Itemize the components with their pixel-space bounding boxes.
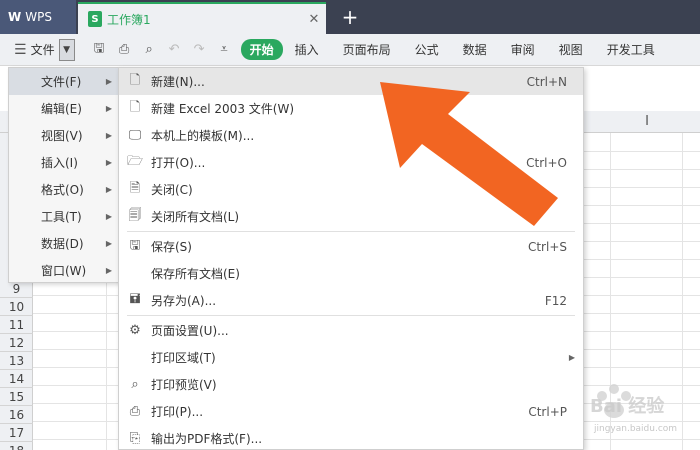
wps-home-tab[interactable]: W WPS (0, 0, 76, 34)
menu-item-label: 视图(V) (41, 129, 83, 143)
main-menu: 文件(F) ▶ 编辑(E) ▶ 视图(V) ▶ 插入(I) ▶ 格式(O) ▶ … (8, 67, 120, 283)
menu-item-print-preview[interactable]: ⌕ 打印预览(V) (119, 371, 583, 398)
menu-item-label: 格式(O) (41, 183, 84, 197)
menu-item-label: 文件(F) (41, 75, 82, 89)
watermark-url: jingyan.baidu.com (594, 424, 678, 434)
row-number[interactable]: 18 (0, 442, 33, 450)
menu-item-label: 打印区域(T) (151, 351, 216, 365)
menu-item-label: 打印预览(V) (151, 378, 217, 392)
document-tab[interactable]: S 工作簿1 ✕ (78, 2, 326, 34)
menu-item-label: 打印(P)... (151, 405, 204, 419)
new-tab-icon[interactable]: + (338, 2, 362, 32)
menu-item-label: 输出为PDF格式(F)... (151, 432, 263, 446)
menu-item-edit[interactable]: 编辑(E) ▶ (9, 95, 119, 122)
hamburger-icon: ☰ (14, 41, 27, 58)
monitor-template-icon: 🖵 (128, 128, 142, 143)
menu-separator (127, 315, 575, 316)
chevron-right-icon: ▶ (105, 266, 112, 275)
menu-item-page-setup[interactable]: ⚙ 页面设置(U)... (119, 317, 583, 344)
row-number[interactable]: 10 (0, 298, 33, 316)
wps-app-name: WPS (25, 10, 52, 24)
menu-shortcut: Ctrl+P (528, 404, 567, 419)
file-menu-label: 文件 (30, 43, 55, 57)
menu-item-label: 窗口(W) (41, 264, 87, 278)
document-tab-title: 工作簿1 (107, 12, 151, 27)
new-file-icon: 🗋 (129, 99, 141, 115)
quick-access-toolbar: 🖫 ⎙ ⌕ ↶ ↷ ⩡ (87, 39, 237, 61)
pdf-export-icon: ⎘ (129, 431, 141, 446)
tab-review[interactable]: 审阅 (499, 41, 547, 58)
pointer-arrow-shape (380, 82, 558, 226)
tab-insert[interactable]: 插入 (283, 41, 331, 58)
save-as-icon: 🖬 (129, 291, 141, 307)
menu-item-tools[interactable]: 工具(T) ▶ (9, 203, 119, 230)
watermark-text: Bai 经验 (590, 396, 665, 417)
tab-formulas[interactable]: 公式 (403, 41, 451, 58)
tab-developer[interactable]: 开发工具 (595, 41, 667, 58)
wps-logo-icon: W (8, 10, 22, 24)
menu-item-label: 编辑(E) (41, 102, 82, 116)
chevron-right-icon: ▶ (105, 239, 112, 248)
menu-item-data[interactable]: 数据(D) ▶ (9, 230, 119, 257)
chevron-right-icon: ▶ (105, 131, 112, 140)
dropdown-arrow-icon[interactable]: ▼ (58, 38, 75, 61)
save-icon: 🖫 (129, 237, 141, 253)
menu-item-print[interactable]: ⎙ 打印(P)... Ctrl+P (119, 398, 583, 425)
row-number[interactable]: 17 (0, 424, 33, 442)
tab-data[interactable]: 数据 (451, 41, 499, 58)
folder-open-icon: 🗁 (126, 153, 144, 169)
title-bar: W WPS S 工作簿1 ✕ + (0, 0, 700, 34)
menu-item-view[interactable]: 视图(V) ▶ (9, 122, 119, 149)
menu-item-save-all[interactable]: 保存所有文档(E) (119, 260, 583, 287)
close-all-docs-icon: 🗐 (128, 207, 142, 223)
print-preview-icon[interactable]: ⌕ (137, 42, 162, 57)
menu-item-label: 另存为(A)... (151, 294, 217, 308)
chevron-right-icon: ▶ (105, 158, 112, 167)
menu-item-insert[interactable]: 插入(I) ▶ (9, 149, 119, 176)
row-number[interactable]: 11 (0, 316, 33, 334)
print-preview-icon: ⌕ (131, 377, 139, 392)
chevron-right-icon: ▶ (105, 104, 112, 113)
page-setup-icon: ⚙ (129, 323, 141, 338)
row-number[interactable]: 14 (0, 370, 33, 388)
menu-item-save-as[interactable]: 🖬 另存为(A)... F12 (119, 287, 583, 314)
pointer-arrow-icon (380, 82, 558, 226)
printer-icon[interactable]: ⎙ (112, 42, 137, 57)
close-tab-icon[interactable]: ✕ (302, 12, 326, 27)
tab-start[interactable]: 开始 (240, 39, 283, 60)
row-number[interactable]: 15 (0, 388, 33, 406)
spreadsheet-icon: S (88, 11, 102, 27)
menu-shortcut: F12 (544, 293, 567, 308)
menu-item-label: 保存所有文档(E) (151, 267, 240, 281)
save-icon[interactable]: 🖫 (87, 39, 112, 61)
row-number[interactable]: 12 (0, 334, 33, 352)
menu-item-file[interactable]: 文件(F) ▶ (9, 68, 119, 95)
menu-item-label: 页面设置(U)... (151, 324, 229, 338)
file-menu-button[interactable]: ☰ 文件 ▼ (0, 34, 75, 66)
redo-icon[interactable]: ↷ (187, 42, 212, 57)
column-header-i[interactable]: I (612, 111, 682, 133)
row-number[interactable]: 13 (0, 352, 33, 370)
menu-item-label: 插入(I) (41, 156, 78, 170)
menu-item-export-pdf[interactable]: ⎘ 输出为PDF格式(F)... (119, 425, 583, 450)
customize-toolbar-icon[interactable]: ⩡ (212, 42, 237, 57)
chevron-right-icon: ▶ (105, 185, 112, 194)
menu-item-label: 工具(T) (41, 210, 82, 224)
chevron-right-icon: ▶ (568, 353, 575, 362)
menu-item-format[interactable]: 格式(O) ▶ (9, 176, 119, 203)
tab-page-layout[interactable]: 页面布局 (331, 41, 403, 58)
chevron-right-icon: ▶ (105, 77, 112, 86)
printer-icon: ⎙ (129, 404, 141, 419)
ribbon-toolbar: ☰ 文件 ▼ 🖫 ⎙ ⌕ ↶ ↷ ⩡ 开始 插入 页面布局 公式 数据 审阅 视… (0, 34, 700, 66)
menu-item-label: 数据(D) (41, 237, 84, 251)
menu-item-window[interactable]: 窗口(W) ▶ (9, 257, 119, 284)
menu-item-print-area[interactable]: 打印区域(T) ▶ (119, 344, 583, 371)
chevron-right-icon: ▶ (105, 212, 112, 221)
tab-view[interactable]: 视图 (547, 41, 595, 58)
close-doc-icon: 🗎 (129, 180, 141, 196)
undo-icon[interactable]: ↶ (162, 42, 187, 57)
new-file-icon: 🗋 (129, 72, 141, 88)
row-number[interactable]: 16 (0, 406, 33, 424)
